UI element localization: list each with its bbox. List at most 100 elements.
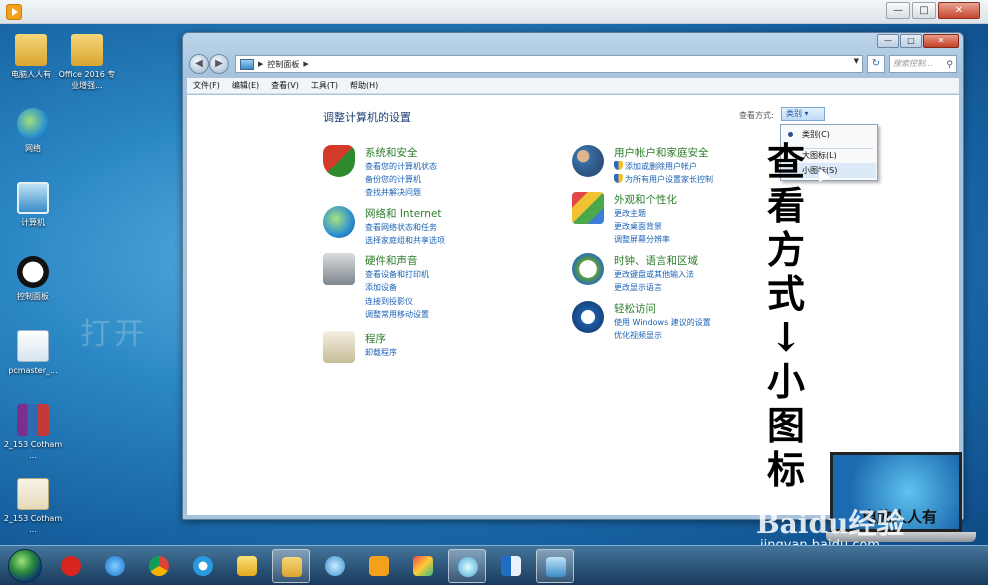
category-title[interactable]: 硬件和声音 [365, 253, 418, 268]
category-user-accounts: 用户帐户和家庭安全 添加或删除用户帐户 为所有用户设置家长控制 [572, 145, 772, 187]
category-link[interactable]: 连接到投影仪 [365, 296, 413, 307]
control-panel-icon [17, 256, 49, 288]
network-globe-icon [323, 206, 355, 238]
rar-icon [17, 404, 49, 436]
app-icon [325, 556, 345, 576]
address-bar[interactable]: ▶ 控制面板 ▶ ▼ [235, 55, 863, 73]
menu-view[interactable]: 查看(V) [271, 80, 299, 91]
search-icon[interactable]: ⚲ [946, 57, 953, 73]
category-link[interactable]: 更改主题 [614, 208, 646, 219]
desktop-icon[interactable]: 控制面板 [2, 256, 64, 302]
search-input[interactable]: 搜索控制... ⚲ [889, 55, 957, 73]
folder-icon [15, 34, 47, 66]
desktop-icon[interactable]: Office 2016 专业增强... [56, 34, 118, 91]
category-hardware-sound: 硬件和声音 查看设备和打印机 添加设备 连接到投影仪 调整常用移动设置 [323, 253, 543, 319]
category-link[interactable]: 调整屏幕分辨率 [614, 234, 670, 245]
category-link[interactable]: 查看您的计算机状态 [365, 161, 437, 172]
window-controls: — □ ✕ [877, 34, 959, 48]
category-link[interactable]: 调整常用移动设置 [365, 309, 429, 320]
category-link[interactable]: 备份您的计算机 [365, 174, 421, 185]
taskbar-app[interactable] [184, 549, 222, 583]
address-dropdown-icon[interactable]: ▼ [854, 57, 859, 65]
category-link[interactable]: 优化视频显示 [614, 330, 662, 341]
view-by-dropdown[interactable]: 类别 ▾ [781, 107, 825, 121]
desktop-icon[interactable]: pcmaster_... [2, 330, 64, 376]
taskbar-explorer[interactable] [272, 549, 310, 583]
player-icon [369, 556, 389, 576]
taskbar-app[interactable] [52, 549, 90, 583]
close-button[interactable]: ✕ [923, 34, 959, 48]
category-link[interactable]: 更改桌面背景 [614, 221, 662, 232]
pdf-icon [17, 478, 49, 510]
app-icon [61, 556, 81, 576]
category-link[interactable]: 查看网络状态和任务 [365, 222, 437, 233]
category-title[interactable]: 系统和安全 [365, 145, 418, 160]
category-link[interactable]: 添加或删除用户帐户 [614, 161, 697, 172]
category-link[interactable]: 添加设备 [365, 282, 397, 293]
category-title[interactable]: 时钟、语言和区域 [614, 253, 698, 268]
programs-icon [323, 331, 355, 363]
users-icon [572, 145, 604, 177]
desktop-icon-label: Office 2016 专业增强... [58, 70, 116, 90]
back-button[interactable]: ◀ [189, 54, 209, 74]
desktop-icon[interactable]: 网络 [2, 108, 64, 154]
annotation-char: 看 [766, 183, 805, 228]
breadcrumb-control-panel[interactable]: 控制面板 [267, 59, 299, 70]
menu-item-label: 类别(C) [802, 130, 830, 139]
player-close-button[interactable]: ✕ [938, 2, 980, 19]
taskbar-player[interactable] [360, 549, 398, 583]
control-panel-icon [240, 58, 254, 70]
taskbar-ie[interactable] [96, 549, 134, 583]
breadcrumb-chevron-icon[interactable]: ▶ [258, 60, 263, 68]
forward-button[interactable]: ▶ [209, 54, 229, 74]
category-title[interactable]: 程序 [365, 331, 386, 346]
desktop-icon-label: 网络 [25, 144, 41, 153]
taskbar-app[interactable] [492, 549, 530, 583]
refresh-button[interactable]: ↻ [867, 55, 885, 73]
desktop-icon[interactable]: 电脑人人有 [0, 34, 62, 80]
start-button[interactable] [8, 549, 42, 583]
menu-tools[interactable]: 工具(T) [311, 80, 338, 91]
category-title[interactable]: 轻松访问 [614, 301, 656, 316]
menu-file[interactable]: 文件(F) [193, 80, 220, 91]
desktop-icon[interactable]: 2_153 Cotham ... [2, 404, 64, 461]
category-link[interactable]: 更改键盘或其他输入法 [614, 269, 694, 280]
annotation-char: 图 [766, 403, 805, 448]
taskbar-chrome[interactable] [140, 549, 178, 583]
folder-icon [71, 34, 103, 66]
category-title[interactable]: 外观和个性化 [614, 192, 677, 207]
player-minimize-button[interactable]: — [886, 2, 910, 19]
player-maximize-button[interactable]: □ [912, 2, 936, 19]
taskbar-app[interactable] [228, 549, 266, 583]
category-link[interactable]: 更改显示语言 [614, 282, 662, 293]
breadcrumb-chevron-icon[interactable]: ▶ [303, 60, 308, 68]
app-icon [501, 556, 521, 576]
taskbar-app[interactable] [316, 549, 354, 583]
taskbar-control-panel[interactable] [536, 549, 574, 583]
category-title[interactable]: 用户帐户和家庭安全 [614, 145, 709, 160]
maximize-button[interactable]: □ [900, 34, 922, 48]
taskbar-app[interactable] [448, 549, 486, 583]
page-title: 调整计算机的设置 [323, 111, 411, 124]
menu-edit[interactable]: 编辑(E) [232, 80, 259, 91]
minimize-button[interactable]: — [877, 34, 899, 48]
navigation-bar: ◀ ▶ ▶ 控制面板 ▶ ▼ ↻ 搜索控制... ⚲ [189, 53, 957, 75]
desktop-icon-label: 计算机 [21, 218, 45, 227]
annotation-char: 标 [766, 447, 805, 492]
annotation-char: 方 [766, 227, 805, 272]
taskbar-app[interactable] [404, 549, 442, 583]
desktop-icon[interactable]: 2_153 Cotham ... [2, 478, 64, 535]
category-link[interactable]: 卸载程序 [365, 347, 397, 358]
chrome-icon [149, 556, 169, 576]
arrow-down-icon: ↓ [769, 314, 803, 361]
category-link[interactable]: 选择家庭组和共享选项 [365, 235, 445, 246]
category-link[interactable]: 查看设备和打印机 [365, 269, 429, 280]
category-title[interactable]: 网络和 Internet [365, 206, 442, 221]
uac-shield-icon [614, 174, 623, 183]
category-link[interactable]: 为所有用户设置家长控制 [614, 174, 713, 185]
category-link[interactable]: 使用 Windows 建议的设置 [614, 317, 711, 328]
menu-help[interactable]: 帮助(H) [350, 80, 378, 91]
category-link[interactable]: 查找并解决问题 [365, 187, 421, 198]
player-app-icon [6, 4, 22, 20]
desktop-icon[interactable]: 计算机 [2, 182, 64, 228]
